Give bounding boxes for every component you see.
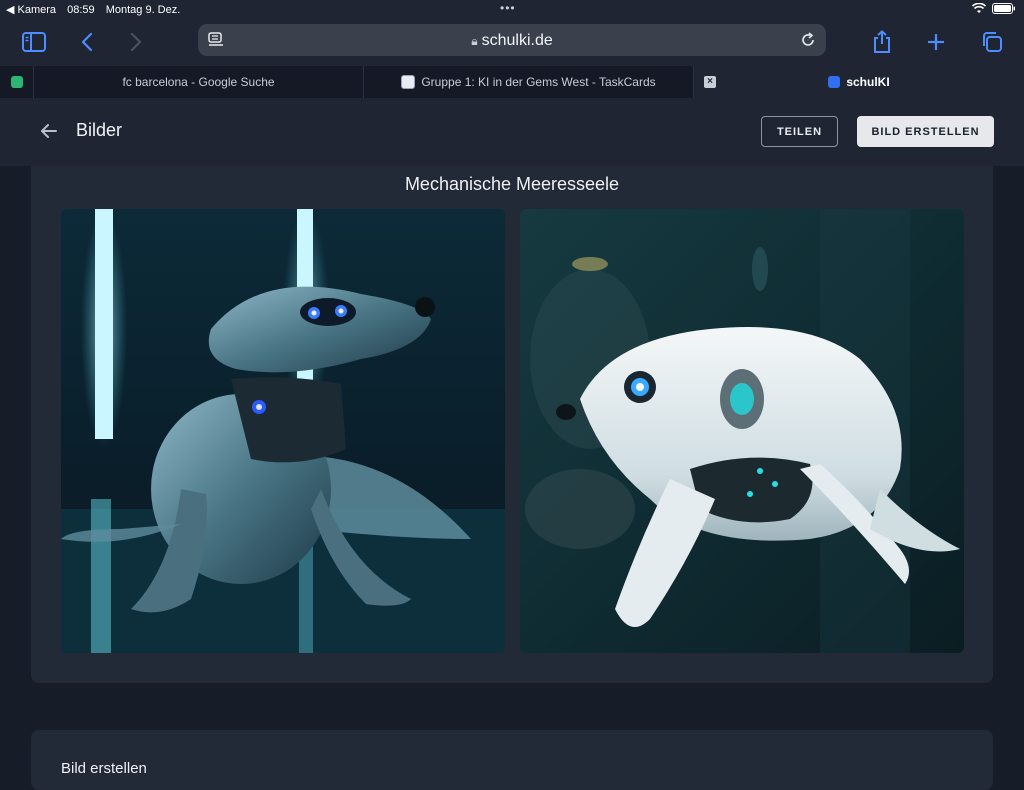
section-heading: Bild erstellen	[61, 760, 147, 777]
robot-seal-white-image	[520, 209, 964, 653]
status-time: 08:59	[67, 4, 95, 16]
browser-toolbar: 🔒︎ schulki.de	[0, 20, 1024, 66]
create-image-button[interactable]: BILD ERSTELLEN	[857, 116, 994, 147]
taskcards-favicon-icon	[10, 76, 23, 88]
tab-schulki[interactable]: × schulKI	[694, 66, 1024, 98]
url-text: schulki.de	[481, 32, 553, 49]
back-arrow-icon[interactable]	[36, 118, 62, 144]
wifi-icon	[972, 3, 986, 13]
robot-seal-dark-image	[61, 209, 505, 653]
tab-overview-icon[interactable]	[977, 28, 1007, 56]
forward-icon[interactable]	[121, 28, 151, 56]
generated-image-1[interactable]	[61, 209, 505, 653]
status-bar: ◀ Kamera 08:59 Montag 9. Dez. •••	[0, 0, 1024, 20]
tab-bar: fc barcelona - Google Suche Gruppe 1: KI…	[0, 66, 1024, 98]
tab-pinned[interactable]	[0, 66, 34, 98]
back-icon[interactable]	[72, 28, 102, 56]
reload-icon[interactable]	[800, 32, 816, 48]
share-button[interactable]: TEILEN	[761, 116, 838, 147]
schulki-favicon-icon	[828, 76, 841, 88]
status-date: Montag 9. Dez.	[105, 4, 181, 16]
create-image-section: Bild erstellen	[31, 730, 993, 790]
address-bar[interactable]: 🔒︎ schulki.de	[198, 24, 826, 56]
back-to-app-link[interactable]: ◀ Kamera	[6, 4, 56, 16]
tab-label: Gruppe 1: KI in der Gems West - TaskCard…	[421, 75, 656, 89]
tab-taskcards[interactable]: Gruppe 1: KI in der Gems West - TaskCard…	[364, 66, 694, 98]
share-icon[interactable]	[867, 28, 897, 56]
page-title: Bilder	[76, 120, 123, 140]
new-tab-icon[interactable]	[921, 28, 951, 56]
tab-label: fc barcelona - Google Suche	[122, 75, 275, 89]
taskcards-favicon-icon	[401, 75, 416, 89]
app-header: Bilder TEILEN BILD ERSTELLEN	[0, 98, 1024, 166]
tab-google-search[interactable]: fc barcelona - Google Suche	[34, 66, 364, 98]
gallery-title: Mechanische Meeresseele	[404, 174, 620, 194]
multitasking-dots-icon[interactable]: •••	[500, 1, 516, 15]
tab-label: schulKI	[846, 75, 890, 89]
gallery-card: Mechanische Meeresseele	[31, 166, 993, 683]
battery-icon	[992, 3, 1015, 14]
lock-icon: 🔒︎	[471, 34, 478, 48]
close-tab-icon[interactable]: ×	[704, 76, 716, 88]
generated-image-2[interactable]	[520, 209, 964, 653]
sidebar-toggle-icon[interactable]	[19, 28, 49, 56]
